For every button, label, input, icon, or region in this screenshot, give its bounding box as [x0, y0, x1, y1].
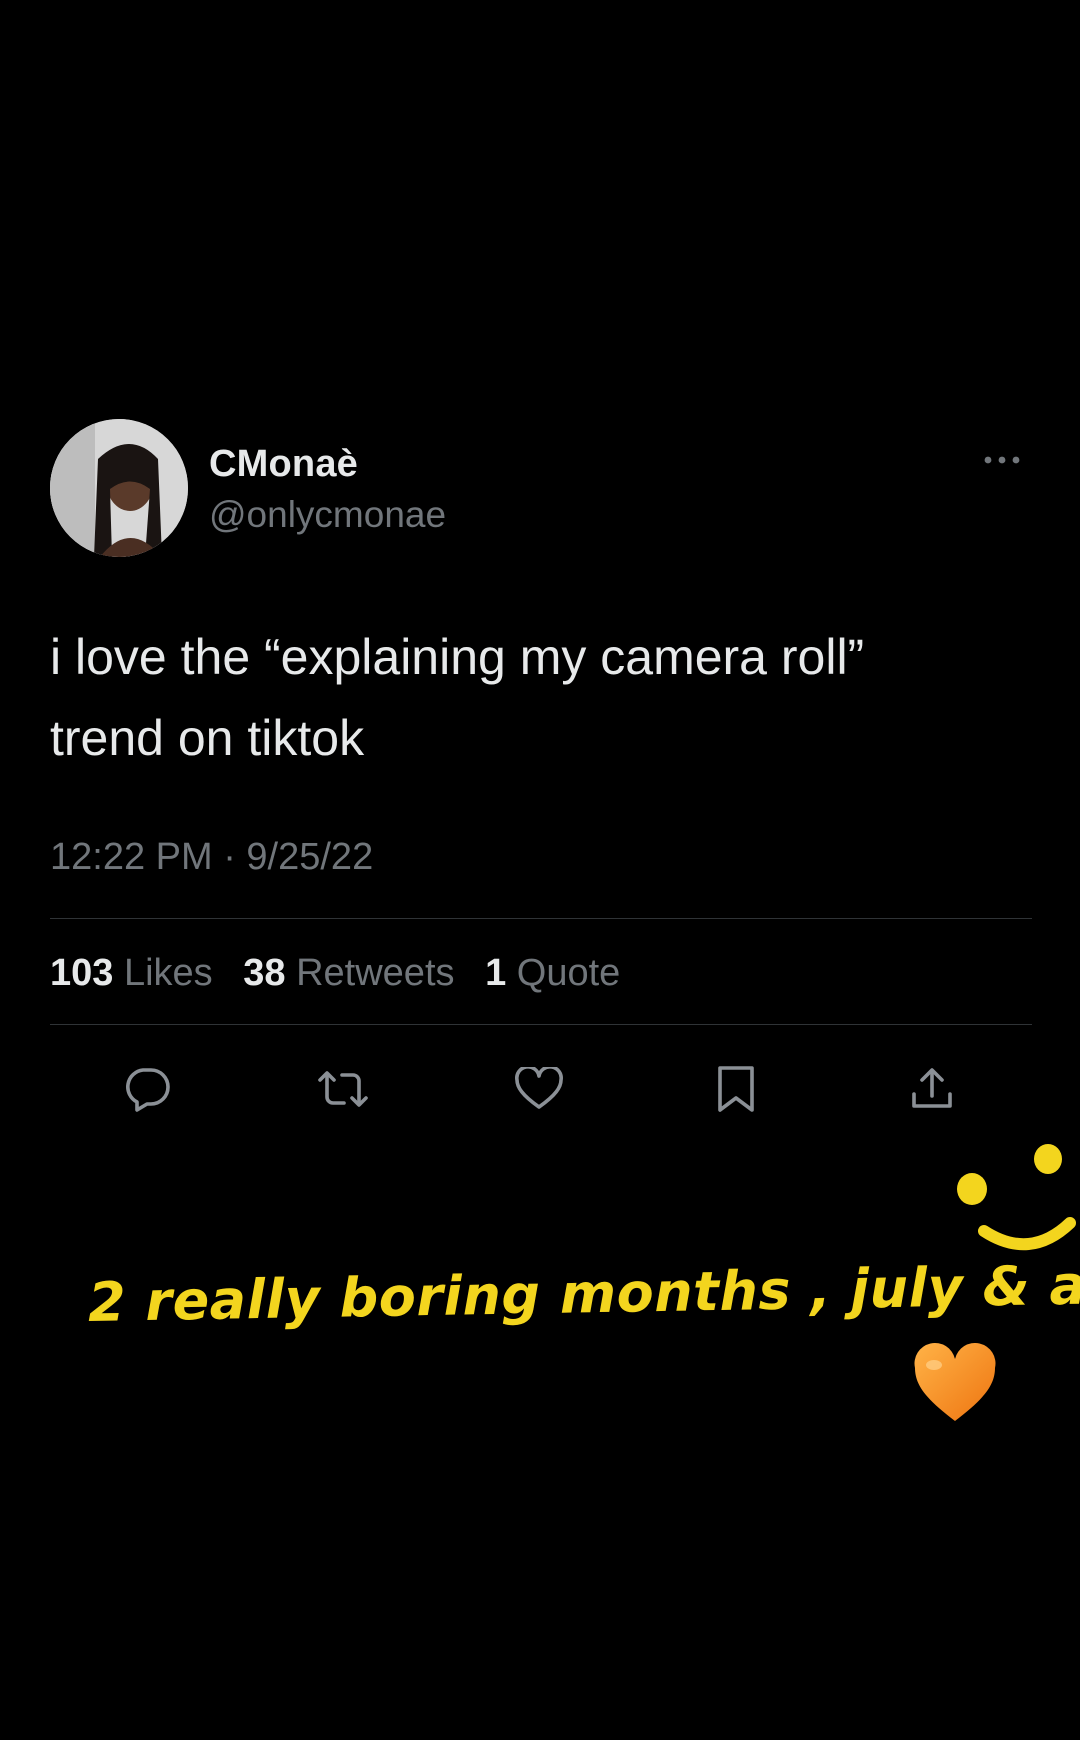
retweets-label: Retweets: [296, 952, 455, 994]
retweets-stat[interactable]: 38 Retweets: [243, 952, 454, 994]
display-name[interactable]: CMonaè: [209, 443, 358, 486]
likes-label: Likes: [123, 952, 213, 994]
like-icon[interactable]: [509, 1059, 569, 1119]
screen: { "tweet": { "display_name": "CMonaè", "…: [0, 0, 1080, 1740]
overlay-caption: 2 really boring months , july & august: [87, 1250, 1080, 1334]
divider: [50, 1024, 1032, 1025]
share-icon[interactable]: [902, 1059, 962, 1119]
tweet-text-line: i love the “explaining my camera roll”: [50, 629, 865, 685]
quotes-count: 1: [485, 952, 507, 994]
avatar[interactable]: [50, 419, 188, 557]
likes-count: 103: [50, 952, 114, 994]
tweet-stats: 103 Likes 38 Retweets 1 Quote: [50, 952, 640, 995]
tweet-timestamp[interactable]: 12:22 PM · 9/25/22: [50, 836, 373, 879]
quotes-stat[interactable]: 1 Quote: [485, 952, 620, 994]
more-options-icon[interactable]: [982, 453, 1022, 467]
bookmark-icon[interactable]: [706, 1059, 766, 1119]
quotes-label: Quote: [516, 952, 621, 994]
tweet-text: i love the “explaining my camera roll” t…: [50, 617, 1010, 779]
likes-stat[interactable]: 103 Likes: [50, 952, 213, 994]
reply-icon[interactable]: [117, 1059, 177, 1119]
retweets-count: 38: [243, 952, 286, 994]
tweet-text-line: trend on tiktok: [50, 710, 365, 766]
action-bar: [50, 1059, 1032, 1119]
orange-heart-icon: [912, 1343, 998, 1425]
smiley-doodle: [952, 1135, 1080, 1260]
user-handle[interactable]: @onlycmonae: [209, 494, 446, 536]
retweet-icon[interactable]: [313, 1059, 373, 1119]
divider: [50, 918, 1032, 919]
